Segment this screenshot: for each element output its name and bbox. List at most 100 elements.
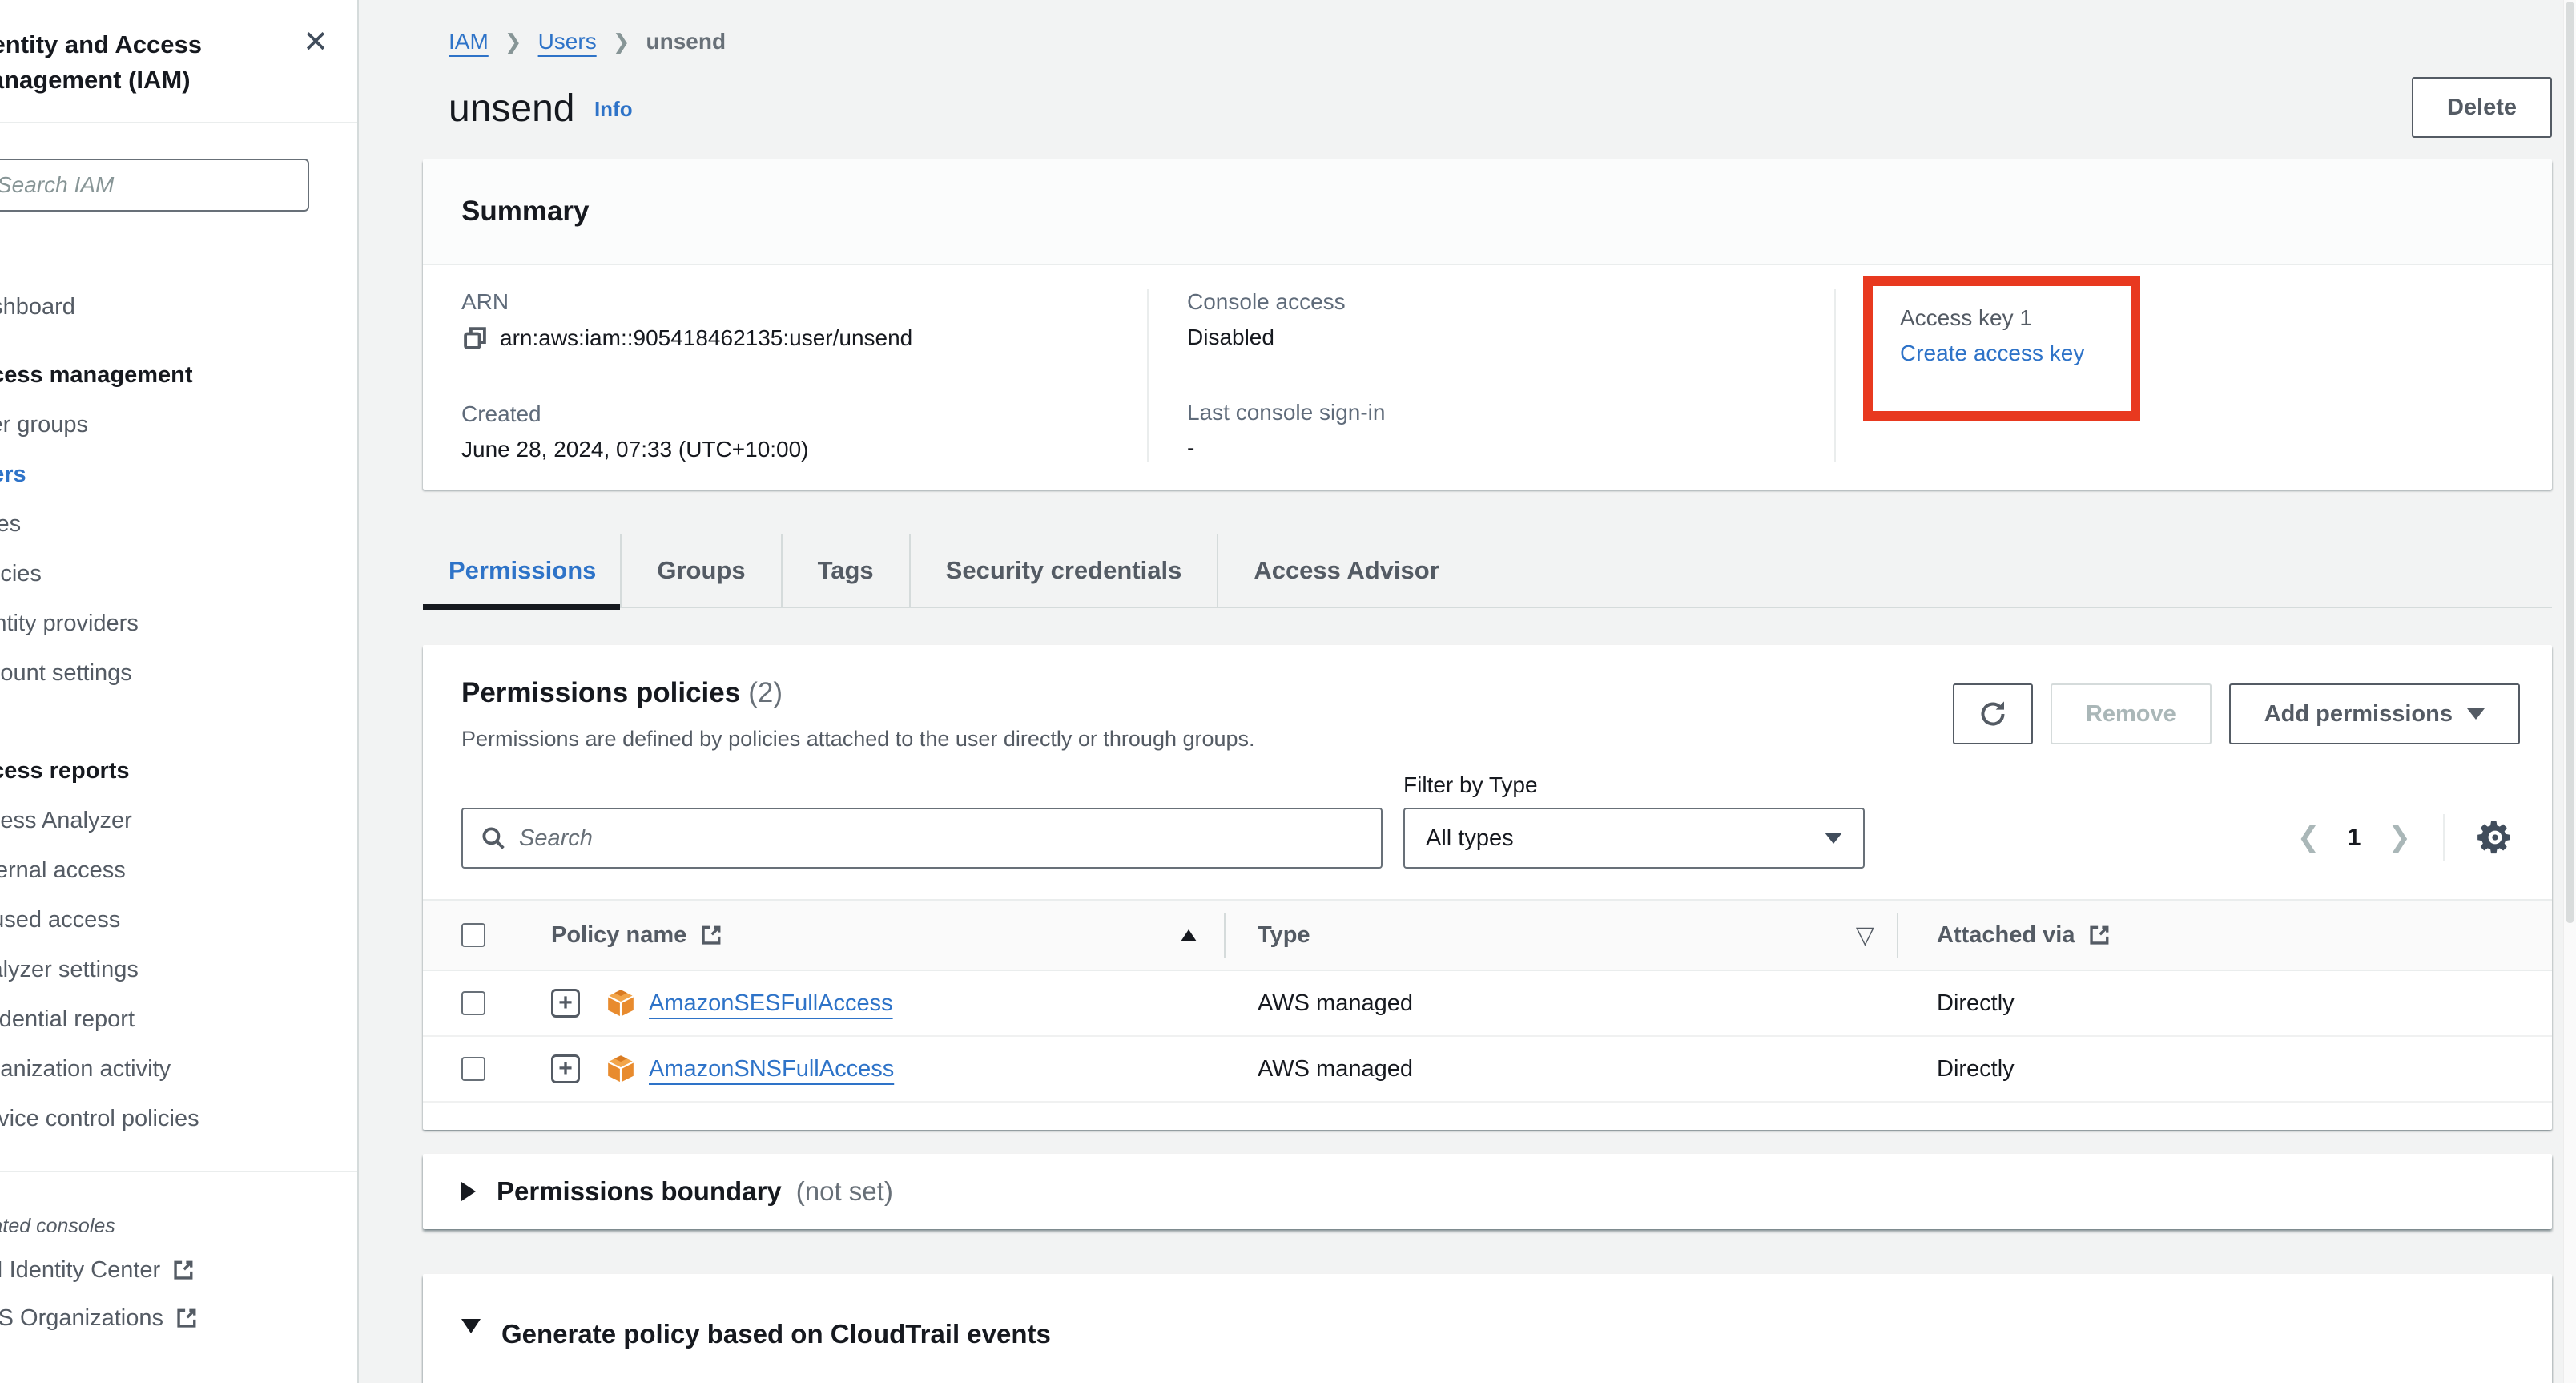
sidebar-footer-divider bbox=[0, 1171, 357, 1172]
prev-page-icon[interactable]: ❮ bbox=[2297, 821, 2320, 853]
copy-icon[interactable] bbox=[461, 325, 489, 352]
policies-title: Permissions policies(2) bbox=[461, 677, 1255, 709]
policy-attached-via: Directly bbox=[1937, 990, 2015, 1017]
managed-policy-icon bbox=[606, 1054, 636, 1084]
tab-permissions[interactable]: Permissions bbox=[423, 534, 620, 607]
search-iam-input[interactable] bbox=[0, 159, 309, 212]
policy-search-input[interactable] bbox=[519, 825, 1363, 852]
column-filter-icon[interactable]: ▽ bbox=[1856, 921, 1874, 950]
sidebar-item-iam-identity-center[interactable]: IAM Identity Center bbox=[0, 1246, 357, 1294]
expand-row-icon[interactable]: + bbox=[551, 1054, 580, 1083]
external-link-icon bbox=[171, 1258, 195, 1282]
summary-title: Summary bbox=[461, 196, 590, 228]
close-icon[interactable]: ✕ bbox=[303, 27, 328, 58]
gear-icon[interactable] bbox=[2477, 819, 2514, 856]
policies-description: Permissions are defined by policies atta… bbox=[461, 727, 1255, 752]
sidebar-item-roles[interactable]: Roles bbox=[0, 499, 357, 549]
row-checkbox[interactable] bbox=[461, 1057, 485, 1081]
add-permissions-button[interactable]: Add permissions bbox=[2229, 683, 2520, 744]
access-key-label: Access key 1 bbox=[1900, 305, 2115, 331]
sidebar-item-policies[interactable]: Policies bbox=[0, 549, 357, 599]
table-row: + AmazonSNSFullAccess AWS managed Direct… bbox=[423, 1037, 2552, 1103]
table-row: + AmazonSESFullAccess AWS managed Direct… bbox=[423, 971, 2552, 1037]
sidebar-item-organization-activity[interactable]: Organization activity bbox=[0, 1044, 357, 1094]
tab-tags[interactable]: Tags bbox=[781, 534, 909, 607]
page-title: unsend bbox=[449, 87, 574, 130]
collapse-section-icon[interactable] bbox=[461, 1319, 481, 1333]
search-icon bbox=[481, 825, 506, 851]
sidebar-item-identity-providers[interactable]: Identity providers bbox=[0, 599, 357, 648]
type-header[interactable]: Type bbox=[1258, 922, 1310, 949]
tab-security-credentials[interactable]: Security credentials bbox=[909, 534, 1218, 607]
sidebar-item-dashboard[interactable]: Dashboard bbox=[0, 282, 357, 332]
summary-col-console: Console access Disabled Last console sig… bbox=[1147, 289, 1834, 462]
link-label: AWS Organizations bbox=[0, 1305, 163, 1332]
page-scrollbar[interactable] bbox=[2563, 0, 2576, 1383]
summary-col-access-key: Access key 1 Create access key bbox=[1834, 289, 2552, 462]
policy-type: AWS managed bbox=[1258, 1056, 1413, 1083]
breadcrumb-separator-icon: ❯ bbox=[505, 30, 522, 54]
arn-label: ARN bbox=[461, 289, 1147, 315]
sidebar-title: Identity and Access Management (IAM) bbox=[0, 27, 242, 98]
table-header-row: Policy name Type ▽ Attached via bbox=[423, 899, 2552, 971]
tab-groups[interactable]: Groups bbox=[620, 534, 780, 607]
policy-link[interactable]: AmazonSESFullAccess bbox=[649, 990, 893, 1017]
sidebar-item-access-analyzer[interactable]: Access Analyzer bbox=[0, 796, 357, 845]
expand-row-icon[interactable]: + bbox=[551, 989, 580, 1018]
scrollbar-thumb[interactable] bbox=[2566, 2, 2574, 923]
create-access-key-link[interactable]: Create access key bbox=[1900, 341, 2084, 366]
external-link-icon bbox=[2087, 923, 2111, 947]
expand-section-icon[interactable] bbox=[461, 1182, 476, 1201]
policy-name-header[interactable]: Policy name bbox=[551, 922, 686, 949]
sidebar-item-user-groups[interactable]: User groups bbox=[0, 400, 357, 450]
detail-tabs: Permissions Groups Tags Security credent… bbox=[423, 534, 2552, 608]
next-page-icon[interactable]: ❯ bbox=[2389, 821, 2412, 853]
pagination: ❮ 1 ❯ bbox=[2297, 814, 2514, 869]
page-number[interactable]: 1 bbox=[2347, 823, 2361, 852]
generate-policy-card[interactable]: Generate policy based on CloudTrail even… bbox=[423, 1274, 2552, 1383]
delete-button[interactable]: Delete bbox=[2412, 77, 2552, 138]
row-checkbox[interactable] bbox=[461, 991, 485, 1015]
iam-sidebar: Identity and Access Management (IAM) ✕ D… bbox=[0, 0, 359, 1383]
policy-search-box[interactable] bbox=[461, 808, 1383, 869]
sidebar-section-access-management: Access management bbox=[0, 350, 357, 400]
sort-ascending-icon[interactable] bbox=[1181, 929, 1197, 941]
last-signin-value: - bbox=[1187, 435, 1194, 461]
type-filter-dropdown[interactable]: All types bbox=[1403, 808, 1865, 869]
summary-col-arn: ARN arn:aws:iam::905418462135:user/unsen… bbox=[423, 289, 1147, 462]
page-header: unsend Info Delete bbox=[449, 87, 2552, 131]
policies-header: Permissions policies(2) Permissions are … bbox=[423, 645, 2552, 752]
sidebar-item-analyzer-settings[interactable]: Analyzer settings bbox=[0, 945, 357, 994]
external-link-icon bbox=[699, 923, 723, 947]
breadcrumb: IAM ❯ Users ❯ unsend bbox=[360, 0, 2576, 54]
sidebar-section-access-reports: Access reports bbox=[0, 746, 357, 796]
select-all-checkbox[interactable] bbox=[461, 923, 485, 947]
sidebar-item-users[interactable]: Users bbox=[0, 450, 357, 499]
remove-button[interactable]: Remove bbox=[2051, 683, 2212, 744]
info-link[interactable]: Info bbox=[594, 97, 633, 121]
sidebar-item-service-control-policies[interactable]: Service control policies bbox=[0, 1094, 357, 1143]
permissions-boundary-card[interactable]: Permissions boundary (not set) bbox=[423, 1154, 2552, 1229]
main-content: IAM ❯ Users ❯ unsend unsend Info Delete … bbox=[360, 0, 2576, 1383]
policy-link[interactable]: AmazonSNSFullAccess bbox=[649, 1056, 894, 1083]
sidebar-item-credential-report[interactable]: Credential report bbox=[0, 994, 357, 1044]
sidebar-item-aws-organizations[interactable]: AWS Organizations bbox=[0, 1294, 357, 1342]
tab-access-advisor[interactable]: Access Advisor bbox=[1217, 534, 1474, 607]
breadcrumb-users[interactable]: Users bbox=[538, 29, 597, 54]
pagination-divider bbox=[2443, 814, 2445, 861]
sidebar-item-external-access[interactable]: External access bbox=[0, 845, 357, 895]
console-access-value: Disabled bbox=[1187, 325, 1274, 350]
breadcrumb-iam[interactable]: IAM bbox=[449, 29, 489, 54]
permissions-boundary-status: (not set) bbox=[796, 1176, 893, 1207]
created-label: Created bbox=[461, 401, 1147, 427]
link-label: IAM Identity Center bbox=[0, 1257, 160, 1284]
attached-via-header[interactable]: Attached via bbox=[1937, 922, 2075, 949]
external-link-icon bbox=[175, 1306, 199, 1330]
sidebar-item-unused-access[interactable]: Unused access bbox=[0, 895, 357, 945]
permissions-boundary-title: Permissions boundary bbox=[497, 1176, 782, 1207]
chevron-down-icon bbox=[2467, 708, 2485, 720]
refresh-button[interactable] bbox=[1953, 683, 2033, 744]
policies-table: Policy name Type ▽ Attached via bbox=[423, 899, 2552, 1103]
sidebar-item-account-settings[interactable]: Account settings bbox=[0, 648, 357, 698]
arn-value: arn:aws:iam::905418462135:user/unsend bbox=[500, 325, 912, 351]
